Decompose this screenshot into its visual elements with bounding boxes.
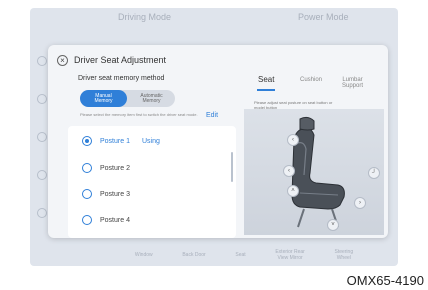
memory-hint: Please select the memory item first to s… bbox=[80, 112, 198, 117]
active-tab-indicator bbox=[257, 89, 275, 91]
bg-bottom-back-door[interactable]: Back Door bbox=[182, 252, 205, 258]
radio-icon bbox=[82, 215, 92, 225]
posture-item-2[interactable]: Posture 2 bbox=[82, 161, 130, 175]
sidebar-icon[interactable] bbox=[37, 132, 47, 142]
radio-checked-icon bbox=[82, 136, 92, 146]
posture-item-1[interactable]: Posture 1 Using bbox=[82, 134, 160, 148]
bg-bottom-window[interactable]: Window bbox=[135, 252, 153, 258]
tab-lumbar-support[interactable]: Lumbar Support bbox=[342, 77, 363, 89]
bg-tab-driving-mode[interactable]: Driving Mode bbox=[118, 12, 171, 22]
posture-status: Using bbox=[141, 137, 160, 145]
posture-label: Posture 1 bbox=[100, 137, 130, 145]
bg-bottom-seat[interactable]: Seat bbox=[235, 252, 245, 258]
close-icon[interactable]: × bbox=[57, 55, 68, 66]
seat-model-view: ‹ ‹ ˄ ˅ › ┘ bbox=[244, 109, 384, 235]
bg-tab-power-mode[interactable]: Power Mode bbox=[298, 12, 349, 22]
posture-label: Posture 3 bbox=[100, 190, 130, 198]
sidebar-icon[interactable] bbox=[37, 94, 47, 104]
memory-method-label: Driver seat memory method bbox=[78, 75, 165, 82]
seat-model-icon bbox=[291, 116, 345, 228]
bg-bottom-mirror[interactable]: Exterior Rear View Mirror bbox=[275, 249, 304, 261]
seat-right-arrow-button[interactable]: › bbox=[354, 197, 366, 209]
seat-down-arrow-button[interactable]: ˅ bbox=[327, 219, 339, 231]
seat-left-arrow-button[interactable]: ‹ bbox=[287, 134, 299, 146]
posture-item-3[interactable]: Posture 3 bbox=[82, 187, 130, 201]
radio-icon bbox=[82, 163, 92, 173]
manual-memory-option[interactable]: Manual Memory bbox=[80, 90, 127, 107]
posture-label: Posture 4 bbox=[100, 216, 130, 224]
posture-label: Posture 2 bbox=[100, 164, 130, 172]
posture-list: Posture 1 Using Posture 2 Posture 3 Post… bbox=[68, 126, 236, 238]
list-scrollbar[interactable] bbox=[231, 152, 233, 182]
figure-code-label: OMX65-4190 bbox=[346, 273, 424, 288]
seat-adjustment-dialog: × Driver Seat Adjustment Driver seat mem… bbox=[48, 45, 388, 238]
memory-method-toggle: Manual Memory Automatic Memory bbox=[80, 90, 175, 107]
sidebar-icon[interactable] bbox=[37, 170, 47, 180]
seat-forward-button[interactable]: ‹ bbox=[283, 165, 295, 177]
edit-button[interactable]: Edit bbox=[206, 112, 218, 119]
backrest-tilt-button[interactable]: ┘ bbox=[368, 167, 380, 179]
dialog-title: Driver Seat Adjustment bbox=[74, 55, 167, 65]
automatic-memory-option[interactable]: Automatic Memory bbox=[128, 90, 175, 107]
sidebar-icon[interactable] bbox=[37, 208, 47, 218]
bg-bottom-bar: Window Back Door Seat Exterior Rear View … bbox=[30, 244, 398, 266]
seat-up-arrow-button[interactable]: ˄ bbox=[287, 185, 299, 197]
sidebar-icon[interactable] bbox=[37, 56, 47, 66]
seat-panel: Seat Cushion Lumbar Support Please adjust… bbox=[244, 67, 384, 235]
tab-seat[interactable]: Seat bbox=[258, 76, 274, 84]
posture-item-4[interactable]: Posture 4 bbox=[82, 213, 130, 227]
radio-icon bbox=[82, 189, 92, 199]
bg-bottom-steering[interactable]: Steering Wheel bbox=[334, 249, 353, 261]
tab-cushion[interactable]: Cushion bbox=[300, 77, 322, 83]
